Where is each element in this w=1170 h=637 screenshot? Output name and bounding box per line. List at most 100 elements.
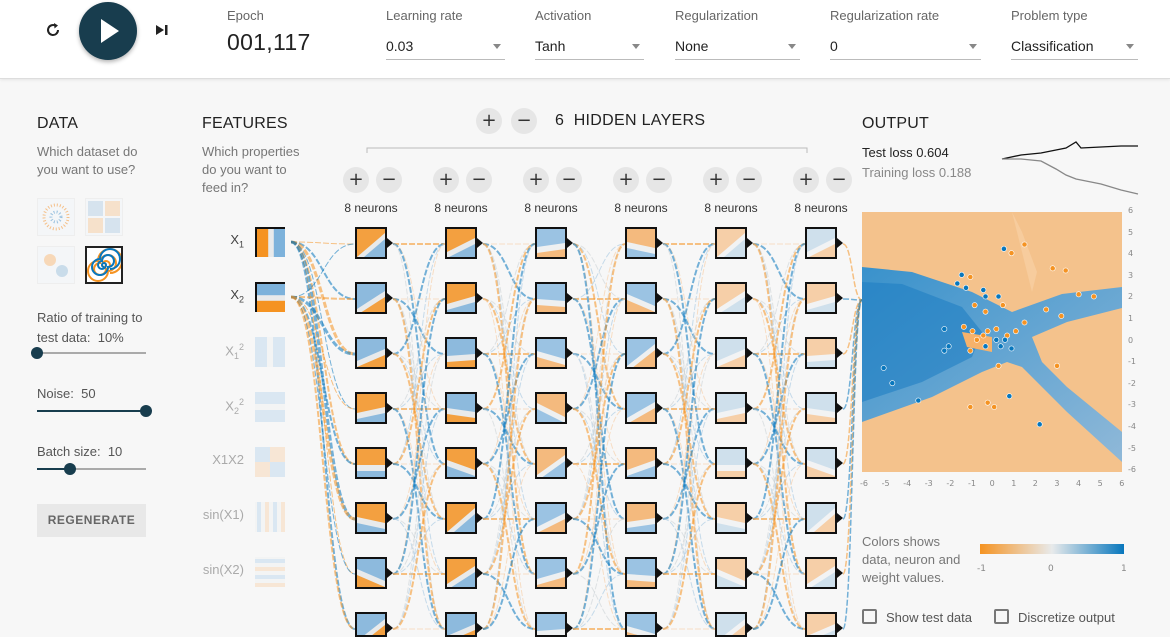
neuron[interactable]: [715, 557, 747, 589]
neuron[interactable]: [625, 502, 657, 534]
feature-node[interactable]: [255, 227, 285, 257]
neuron[interactable]: [445, 612, 477, 637]
neuron[interactable]: [355, 612, 387, 637]
feature-node[interactable]: [255, 447, 285, 477]
neuron[interactable]: [535, 227, 567, 259]
add-neuron-button[interactable]: +: [703, 167, 729, 193]
neuron[interactable]: [445, 392, 477, 424]
feature-node[interactable]: [255, 502, 285, 532]
neuron[interactable]: [535, 392, 567, 424]
neuron[interactable]: [805, 557, 837, 589]
neuron-output-marker: [837, 403, 843, 413]
remove-neuron-button[interactable]: −: [376, 167, 402, 193]
discretize-output-checkbox[interactable]: [994, 609, 1009, 624]
batch-size-slider-knob[interactable]: [63, 463, 76, 475]
dataset-circle[interactable]: [37, 198, 75, 236]
add-neuron-button[interactable]: +: [613, 167, 639, 193]
remove-neuron-button[interactable]: −: [466, 167, 492, 193]
neuron[interactable]: [715, 612, 747, 637]
remove-layer-button[interactable]: −: [511, 108, 537, 134]
neuron-output-marker: [747, 293, 753, 303]
add-neuron-button[interactable]: +: [793, 167, 819, 193]
add-neuron-button[interactable]: +: [523, 167, 549, 193]
x-axis-tick: 1: [1011, 479, 1017, 488]
neuron[interactable]: [535, 447, 567, 479]
neuron[interactable]: [715, 502, 747, 534]
noise-value: 50: [81, 386, 96, 401]
neuron[interactable]: [625, 392, 657, 424]
neuron[interactable]: [625, 612, 657, 637]
regenerate-button[interactable]: REGENERATE: [37, 504, 146, 537]
neuron[interactable]: [535, 612, 567, 637]
remove-neuron-button[interactable]: −: [736, 167, 762, 193]
neuron[interactable]: [355, 337, 387, 369]
neuron[interactable]: [805, 392, 837, 424]
neuron[interactable]: [355, 282, 387, 314]
neuron[interactable]: [625, 557, 657, 589]
feature-node[interactable]: [255, 337, 285, 367]
dataset-spiral[interactable]: [85, 246, 123, 284]
ratio-slider-knob[interactable]: [31, 347, 43, 359]
dataset-gaussian[interactable]: [37, 246, 75, 284]
neuron[interactable]: [625, 447, 657, 479]
neuron[interactable]: [535, 337, 567, 369]
remove-neuron-button[interactable]: −: [556, 167, 582, 193]
neuron[interactable]: [355, 392, 387, 424]
add-neuron-button[interactable]: +: [433, 167, 459, 193]
learning-rate-select[interactable]: 0.03: [386, 30, 505, 60]
neuron[interactable]: [805, 612, 837, 637]
neuron[interactable]: [805, 282, 837, 314]
problem-type-select[interactable]: Classification: [1011, 30, 1138, 60]
noise-slider-knob[interactable]: [140, 405, 152, 417]
show-test-data-checkbox[interactable]: [862, 609, 877, 624]
neuron[interactable]: [445, 447, 477, 479]
neuron[interactable]: [355, 447, 387, 479]
feature-node[interactable]: [255, 557, 285, 587]
neuron[interactable]: [715, 392, 747, 424]
neuron[interactable]: [535, 502, 567, 534]
neuron[interactable]: [805, 502, 837, 534]
neuron[interactable]: [715, 447, 747, 479]
regularization-rate-select[interactable]: 0: [830, 30, 981, 60]
neuron[interactable]: [445, 337, 477, 369]
remove-neuron-button[interactable]: −: [826, 167, 852, 193]
test-loss: Test loss 0.604: [862, 145, 949, 160]
neuron[interactable]: [625, 337, 657, 369]
neuron[interactable]: [355, 502, 387, 534]
remove-neuron-button[interactable]: −: [646, 167, 672, 193]
step-forward-icon[interactable]: [150, 18, 174, 42]
neuron-output-marker: [657, 348, 663, 358]
feature-heatmap: [257, 229, 285, 257]
neuron[interactable]: [445, 557, 477, 589]
neuron[interactable]: [805, 227, 837, 259]
reset-icon[interactable]: [41, 18, 65, 42]
feature-node[interactable]: [255, 282, 285, 312]
neuron[interactable]: [355, 557, 387, 589]
neuron[interactable]: [625, 227, 657, 259]
neuron[interactable]: [625, 282, 657, 314]
x-axis-tick: 6: [1119, 479, 1125, 488]
feature-node[interactable]: [255, 392, 285, 422]
neuron-output-marker: [477, 293, 483, 303]
add-neuron-button[interactable]: +: [343, 167, 369, 193]
neuron[interactable]: [805, 447, 837, 479]
neuron[interactable]: [445, 502, 477, 534]
neuron[interactable]: [805, 337, 837, 369]
neuron[interactable]: [715, 227, 747, 259]
regularization-select[interactable]: None: [675, 30, 800, 60]
neuron[interactable]: [715, 282, 747, 314]
data-subtitle: Which dataset do you want to use?: [37, 144, 138, 177]
dataset-xor[interactable]: [85, 198, 123, 236]
neuron[interactable]: [535, 282, 567, 314]
neuron[interactable]: [535, 557, 567, 589]
ratio-slider[interactable]: [37, 352, 146, 354]
neuron[interactable]: [355, 227, 387, 259]
play-button[interactable]: [79, 2, 137, 60]
neuron[interactable]: [715, 337, 747, 369]
x-axis-tick: -4: [903, 479, 912, 488]
neuron[interactable]: [445, 282, 477, 314]
add-layer-button[interactable]: +: [476, 108, 502, 134]
neuron[interactable]: [445, 227, 477, 259]
activation-select[interactable]: Tanh: [535, 30, 644, 60]
top-control-bar: Epoch 001,117 Learning rate 0.03 Activat…: [0, 0, 1170, 79]
